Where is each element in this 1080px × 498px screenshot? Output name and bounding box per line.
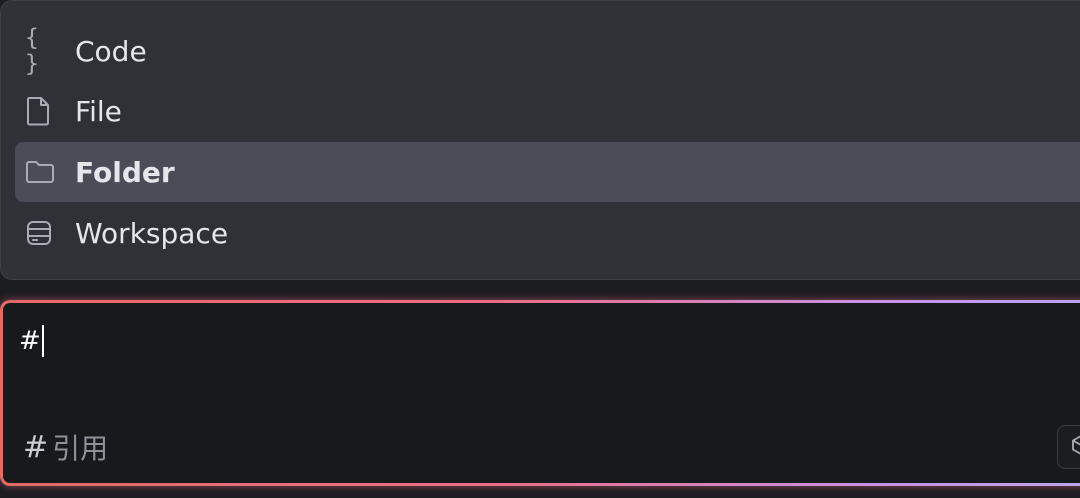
hash-icon: # bbox=[23, 429, 49, 465]
context-menu-panel: { } Code File Folder Workspace bbox=[0, 0, 1080, 280]
menu-item-folder[interactable]: Folder bbox=[15, 142, 1080, 202]
model-selector-button[interactable] bbox=[1057, 425, 1080, 469]
menu-item-label: Code bbox=[75, 34, 147, 68]
workspace-database-icon bbox=[25, 218, 65, 248]
chat-input-field[interactable]: # bbox=[19, 325, 44, 357]
file-icon bbox=[25, 96, 65, 126]
menu-item-workspace[interactable]: Workspace bbox=[15, 203, 1080, 263]
menu-item-label: File bbox=[75, 94, 122, 128]
menu-item-file[interactable]: File bbox=[15, 81, 1080, 141]
cube-icon bbox=[1070, 434, 1080, 460]
menu-item-code[interactable]: { } Code bbox=[15, 21, 1080, 81]
menu-item-label: Workspace bbox=[75, 216, 229, 250]
reference-button[interactable]: # 引用 bbox=[23, 427, 108, 467]
chat-input-value: # bbox=[19, 326, 41, 356]
code-braces-icon: { } bbox=[25, 25, 40, 77]
text-caret bbox=[41, 325, 44, 357]
chat-input-box[interactable]: # # 引用 bbox=[0, 300, 1080, 486]
folder-icon bbox=[25, 157, 65, 187]
menu-item-label: Folder bbox=[75, 155, 175, 189]
reference-label: 引用 bbox=[52, 432, 109, 465]
